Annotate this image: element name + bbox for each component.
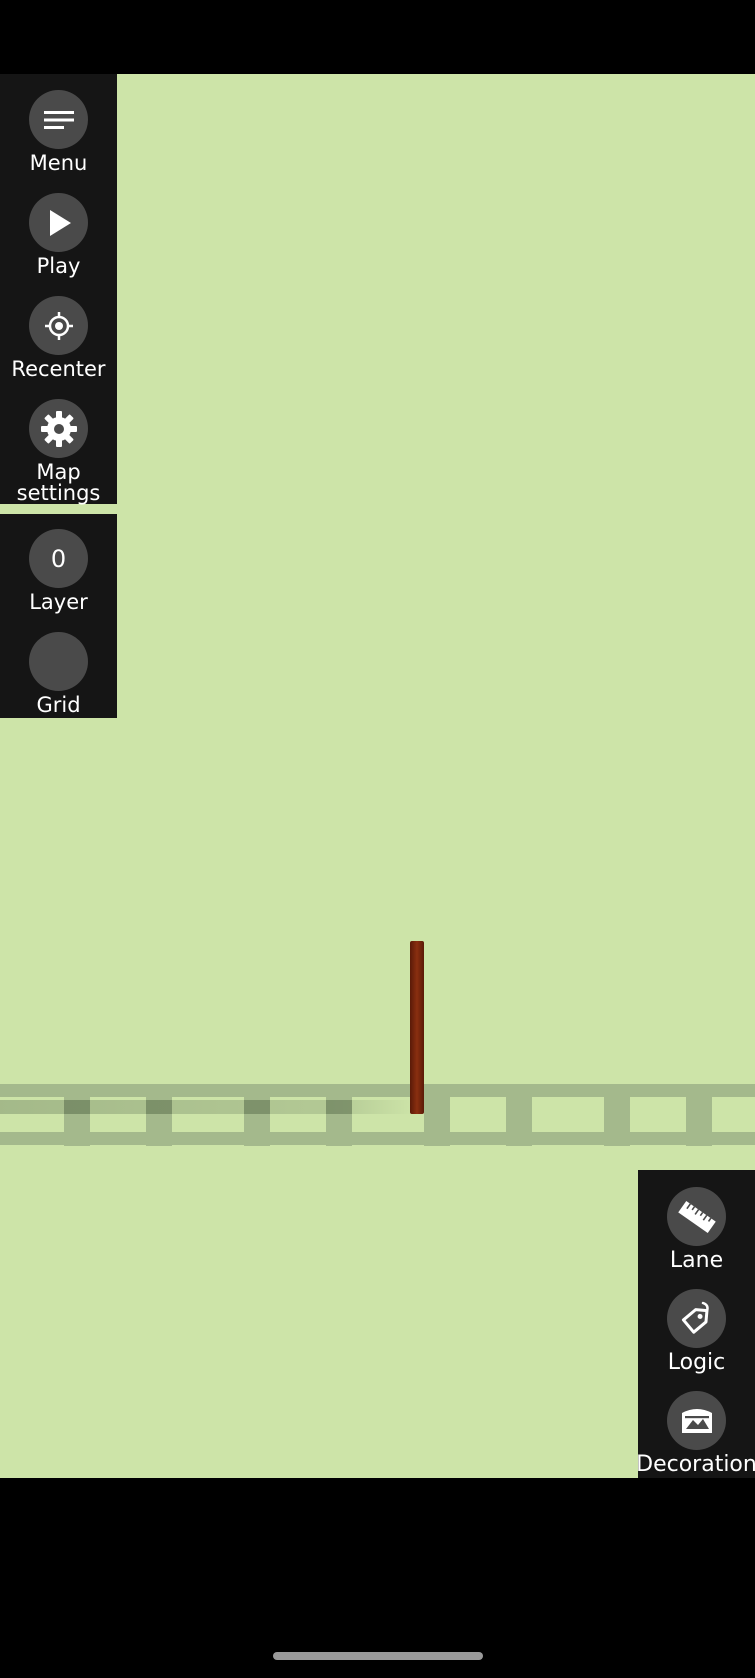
recenter-label: Recenter bbox=[11, 357, 106, 381]
rail-track[interactable] bbox=[0, 1084, 755, 1146]
logic-label: Logic bbox=[667, 1350, 726, 1375]
play-icon bbox=[29, 193, 88, 252]
lane-preview-tie bbox=[244, 1100, 270, 1114]
left-toolbar-secondary: 0 Layer Grid bbox=[0, 514, 117, 718]
game-editor-screen: Menu Play Recenter Map settings 0 Layer … bbox=[0, 0, 755, 1678]
right-toolbar: Lane Logic Decoration bbox=[636, 1170, 755, 1478]
rail-bottom bbox=[0, 1132, 755, 1145]
grid-toggle-indicator bbox=[29, 632, 88, 691]
lane-label: Lane bbox=[669, 1248, 724, 1273]
picture-icon bbox=[667, 1391, 726, 1450]
brown-post-marker[interactable] bbox=[410, 941, 424, 1114]
menu-label: Menu bbox=[29, 151, 88, 175]
logic-tag-icon bbox=[667, 1289, 726, 1348]
layer-label: Layer bbox=[29, 590, 88, 614]
lane-ruler-icon bbox=[667, 1187, 726, 1246]
rail-tie bbox=[326, 1084, 352, 1146]
crosshair-icon bbox=[29, 296, 88, 355]
home-indicator[interactable] bbox=[273, 1652, 483, 1660]
left-toolbar: Menu Play Recenter Map settings bbox=[0, 74, 117, 504]
layer-value: 0 bbox=[50, 544, 67, 573]
navigation-bar bbox=[0, 1478, 755, 1678]
map-settings-label: Map settings bbox=[16, 460, 101, 505]
rail-top bbox=[0, 1084, 755, 1097]
decoration-label: Decoration bbox=[636, 1452, 755, 1477]
rail-tie bbox=[604, 1084, 630, 1146]
lane-preview-tie bbox=[146, 1100, 172, 1114]
rail-tie bbox=[64, 1084, 90, 1146]
rail-tie bbox=[424, 1084, 450, 1146]
rail-tie bbox=[244, 1084, 270, 1146]
lane-preview bbox=[0, 1100, 415, 1114]
menu-icon bbox=[29, 90, 88, 149]
layer-indicator: 0 bbox=[29, 529, 88, 588]
lane-preview-tie bbox=[64, 1100, 90, 1114]
play-label: Play bbox=[36, 254, 81, 278]
gear-icon bbox=[29, 399, 88, 458]
grid-label: Grid bbox=[36, 693, 81, 717]
lane-preview-tie bbox=[326, 1100, 352, 1114]
rail-tie bbox=[686, 1084, 712, 1146]
rail-tie bbox=[146, 1084, 172, 1146]
rail-tie bbox=[506, 1084, 532, 1146]
status-bar bbox=[0, 0, 755, 74]
